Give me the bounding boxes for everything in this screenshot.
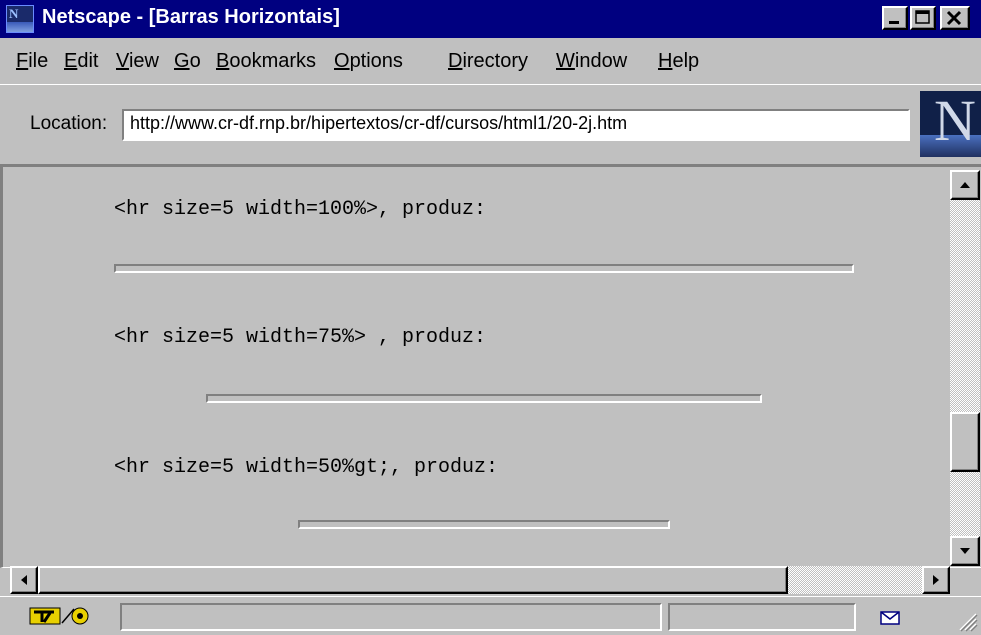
resize-grip-icon[interactable] [956, 610, 978, 632]
security-key-icon[interactable] [28, 605, 102, 627]
scroll-right-button[interactable] [922, 566, 950, 594]
horizontal-rule-75 [206, 394, 762, 403]
code-line-1: <hr size=5 width=100%>, produz: [114, 198, 487, 221]
window-title: Netscape - [Barras Horizontais] [42, 6, 340, 28]
code-line-3: <hr size=5 width=50%gt;, produz: [114, 456, 499, 479]
horizontal-scrollbar[interactable] [10, 566, 950, 594]
status-mail-field [862, 603, 942, 631]
netscape-logo[interactable]: N [920, 91, 981, 157]
horizontal-scroll-thumb[interactable] [38, 566, 788, 594]
arrow-up-icon [960, 182, 970, 188]
maximize-button[interactable] [910, 6, 936, 30]
arrow-left-icon [21, 575, 27, 585]
menu-mnemonic: V [116, 50, 129, 72]
menu-mnemonic: H [658, 50, 673, 72]
scroll-down-button[interactable] [950, 536, 980, 566]
menu-edit[interactable]: Edit [64, 50, 98, 73]
menu-window[interactable]: Window [556, 50, 627, 73]
location-field[interactable]: http://www.cr-df.rnp.br/hipertextos/cr-d… [122, 109, 910, 141]
menu-view[interactable]: View [116, 50, 159, 73]
logo-letter: N [934, 91, 976, 153]
menu-directory[interactable]: Directory [448, 50, 528, 73]
vertical-scroll-thumb[interactable] [950, 412, 980, 472]
menu-mnemonic: W [556, 50, 575, 72]
code-line-2: <hr size=5 width=75%> , produz: [114, 326, 487, 349]
menu-file[interactable]: File [16, 50, 48, 73]
menu-mnemonic: O [334, 50, 350, 72]
minimize-button[interactable] [882, 6, 908, 30]
menu-help[interactable]: Help [658, 50, 699, 73]
mail-icon[interactable] [880, 610, 900, 626]
menu-mnemonic: F [16, 50, 29, 72]
horizontal-rule-100 [114, 264, 854, 273]
status-message-field [120, 603, 662, 631]
menu-bar: File Edit View Go Bookmarks Options Dire… [0, 40, 981, 84]
minimize-icon [889, 21, 899, 24]
maximize-icon [915, 10, 930, 24]
netscape-icon[interactable]: N [6, 5, 34, 33]
scroll-up-button[interactable] [950, 170, 980, 200]
close-button[interactable] [940, 6, 970, 30]
arrow-right-icon [933, 575, 939, 585]
menu-mnemonic: E [64, 50, 78, 72]
page-content: <hr size=5 width=100%>, produz: <hr size… [10, 170, 948, 566]
location-url[interactable]: http://www.cr-df.rnp.br/hipertextos/cr-d… [130, 113, 627, 134]
menu-options[interactable]: Options [334, 50, 403, 73]
menu-mnemonic: G [174, 50, 190, 72]
location-bar: Location: http://www.cr-df.rnp.br/hipert… [0, 84, 981, 162]
title-bar[interactable]: N Netscape - [Barras Horizontais] [0, 0, 981, 38]
menu-mnemonic: D [448, 50, 463, 72]
close-icon [946, 10, 962, 26]
location-label: Location: [30, 113, 108, 134]
menu-mnemonic: B [216, 50, 230, 72]
status-bar [0, 596, 981, 635]
status-progress-field [668, 603, 856, 631]
menu-go[interactable]: Go [174, 50, 201, 73]
menu-bookmarks[interactable]: Bookmarks [216, 50, 316, 73]
arrow-down-icon [960, 548, 970, 554]
scroll-left-button[interactable] [10, 566, 38, 594]
vertical-scrollbar[interactable] [950, 170, 980, 566]
horizontal-rule-50 [298, 520, 670, 529]
